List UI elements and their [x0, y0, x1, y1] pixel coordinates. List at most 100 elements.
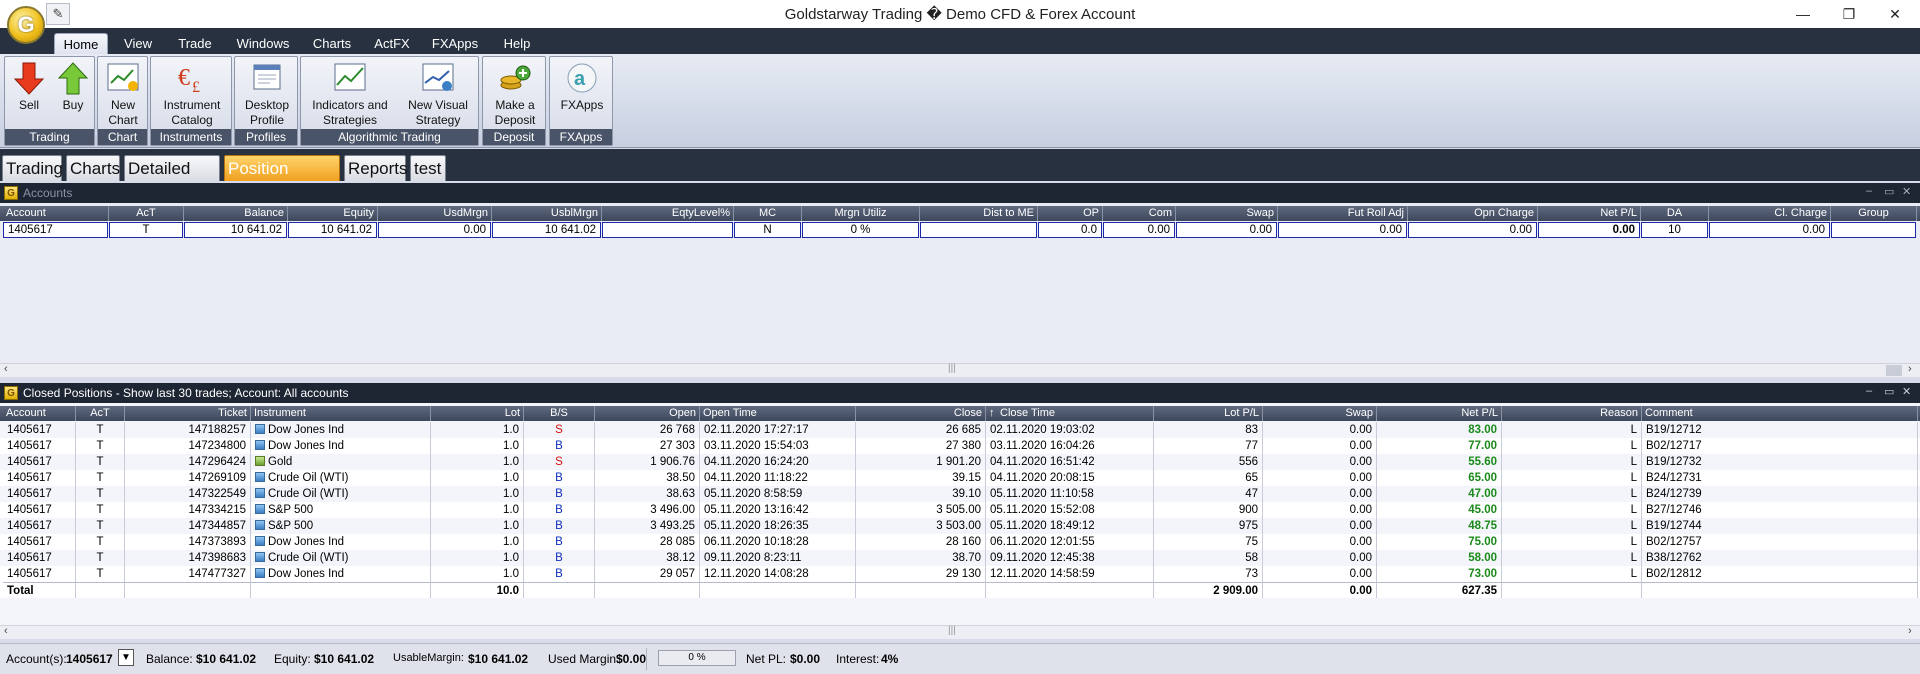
column-header-usbl-mrgn[interactable]: UsblMrgn [492, 206, 602, 221]
closed-position-row[interactable]: 1405617 T 147296424 Gold 1.0 S 1 906.76 04.11.2… [0, 454, 1920, 470]
account-dropdown-icon[interactable]: ▼ [118, 649, 134, 666]
account-cell-opn-charge: 0.00 [1408, 222, 1537, 238]
account-cell-equity: 10 641.02 [288, 222, 377, 238]
cell-ticket: 147344857 [125, 518, 251, 534]
closed-position-row[interactable]: 1405617 T 147234800 Dow Jones Ind 1.0 B 27 303… [0, 438, 1920, 454]
panel-close-icon[interactable]: ✕ [1902, 385, 1911, 398]
column-header-usd-mrgn[interactable]: UsdMrgn [378, 206, 492, 221]
tab-test[interactable]: test [410, 155, 446, 181]
menu-charts[interactable]: Charts [310, 33, 354, 54]
menu-home[interactable]: Home [54, 33, 108, 54]
accounts-hscroll[interactable]: ‹ ||| › [0, 363, 1920, 377]
column-header-open-time[interactable]: Open Time [700, 406, 856, 421]
column-header-fut-roll-adj[interactable]: Fut Roll Adj [1278, 206, 1408, 221]
panel-minimize-icon[interactable]: – [1866, 185, 1872, 197]
tab-detailed-info[interactable]: Detailed Info [124, 155, 220, 203]
tab-position-history[interactable]: Position History [224, 155, 340, 203]
tab-charts[interactable]: Charts [66, 155, 120, 181]
closed-position-row[interactable]: 1405617 T 147188257 Dow Jones Ind 1.0 S 26 768… [0, 422, 1920, 438]
column-header-op[interactable]: OP [1038, 206, 1103, 221]
tab-reports[interactable]: Reports [344, 155, 408, 181]
column-header-lot[interactable]: Lot [431, 406, 524, 421]
column-header-group[interactable]: Group [1831, 206, 1917, 221]
column-header-instrument[interactable]: Instrument [251, 406, 431, 421]
closed-position-row[interactable]: 1405617 T 147398683 Crude Oil (WTI) 1.0 B 38.1… [0, 550, 1920, 566]
app-logo[interactable]: G [7, 6, 45, 44]
menu-fxapps[interactable]: FXApps [430, 33, 480, 54]
column-header-ticket[interactable]: Ticket [125, 406, 251, 421]
closed-position-row[interactable]: 1405617 T 147344857 S&P 500 1.0 B 3 493.25 05.1… [0, 518, 1920, 534]
scroll-left-icon[interactable]: ‹ [4, 363, 8, 375]
cell-instrument: Dow Jones Ind [251, 422, 431, 438]
instrument-catalog-button[interactable]: € £ Instrument Catalog [155, 61, 229, 128]
minimize-icon[interactable]: — [1780, 0, 1826, 28]
column-header-mc[interactable]: MC [734, 206, 802, 221]
panel-maximize-icon[interactable]: ▭ [1884, 385, 1894, 398]
column-header-mrgn-utiliz[interactable]: Mrgn Utiliz [802, 206, 920, 221]
account-cell-cl-charge: 0.00 [1709, 222, 1830, 238]
column-header-reason[interactable]: Reason [1502, 406, 1642, 421]
column-header-account[interactable]: Account [3, 206, 109, 221]
total-cell-lot: 10.0 [431, 582, 524, 598]
indicators-strategies-button[interactable]: Indicators and Strategies [305, 61, 395, 128]
panel-close-icon[interactable]: ✕ [1902, 185, 1911, 198]
scroll-right-icon[interactable]: › [1908, 363, 1912, 375]
new-chart-button[interactable]: New Chart [100, 61, 146, 128]
buy-button[interactable]: Buy [53, 61, 93, 113]
desktop-profile-button[interactable]: Desktop Profile [237, 61, 297, 128]
scroll-left-icon[interactable]: ‹ [4, 625, 8, 637]
panel-maximize-icon[interactable]: ▭ [1884, 185, 1894, 198]
cell-net-pl: 45.00 [1377, 502, 1502, 518]
tab-trading[interactable]: Trading [2, 155, 63, 181]
column-header-dist-to-me[interactable]: Dist to ME [920, 206, 1038, 221]
fxapps-icon: a [567, 63, 597, 93]
menu-trade[interactable]: Trade [174, 33, 216, 54]
closed-position-row[interactable]: 1405617 T 147334215 S&P 500 1.0 B 3 496.00 05.1… [0, 502, 1920, 518]
column-header-balance[interactable]: Balance [184, 206, 288, 221]
column-header-da[interactable]: DA [1641, 206, 1709, 221]
column-header-lot-pl[interactable]: Lot P/L [1154, 406, 1263, 421]
cell-open: 38.63 [595, 486, 700, 502]
column-header-eqty-level[interactable]: EqtyLevel% [602, 206, 734, 221]
column-header-close[interactable]: Close [856, 406, 986, 421]
column-header-close-time[interactable]: Close Time ↑ [986, 406, 1154, 421]
cell-bs: B [524, 534, 595, 550]
column-header-account[interactable]: Account [3, 406, 76, 421]
fxapps-button[interactable]: a FXApps [554, 61, 610, 113]
make-deposit-button[interactable]: Make a Deposit [487, 61, 543, 128]
new-visual-strategy-button[interactable]: New Visual Strategy [399, 61, 477, 128]
menu-help[interactable]: Help [498, 33, 536, 54]
menu-windows[interactable]: Windows [234, 33, 292, 54]
cell-close: 38.70 [856, 550, 986, 566]
close-icon[interactable]: ✕ [1872, 0, 1918, 28]
column-header-com[interactable]: Com [1103, 206, 1176, 221]
account-cell-swap: 0.00 [1176, 222, 1277, 238]
column-header-swap[interactable]: Swap [1176, 206, 1278, 221]
closed-position-row[interactable]: 1405617 T 147477327 Dow Jones Ind 1.0 B 29 057… [0, 566, 1920, 582]
column-header-cl-charge[interactable]: Cl. Charge [1709, 206, 1831, 221]
column-header-equity[interactable]: Equity [288, 206, 378, 221]
column-header-opn-charge[interactable]: Opn Charge [1408, 206, 1538, 221]
accounts-row[interactable]: 1405617 T 10 641.02 10 641.02 0.00 10 641.02 N… [0, 222, 1920, 238]
column-header-act[interactable]: AcT [76, 406, 125, 421]
menu-actfx[interactable]: ActFX [372, 33, 412, 54]
restore-icon[interactable]: ❐ [1826, 0, 1872, 28]
column-header-net-pl[interactable]: Net P/L [1377, 406, 1502, 421]
closed-position-row[interactable]: 1405617 T 147322549 Crude Oil (WTI) 1.0 B 38.6… [0, 486, 1920, 502]
column-header-swap[interactable]: Swap [1263, 406, 1377, 421]
closed-position-row[interactable]: 1405617 T 147269109 Crude Oil (WTI) 1.0 B 38.5… [0, 470, 1920, 486]
menu-view[interactable]: View [118, 33, 158, 54]
column-header-open[interactable]: Open [595, 406, 700, 421]
closed-hscroll[interactable]: ‹ ||| › [0, 625, 1920, 639]
column-header-bs[interactable]: B/S [524, 406, 595, 421]
cell-lot-pl: 77 [1154, 438, 1263, 454]
column-header-comment[interactable]: Comment [1642, 406, 1918, 421]
panel-minimize-icon[interactable]: – [1866, 385, 1872, 397]
sell-button[interactable]: Sell [9, 61, 49, 113]
column-header-act[interactable]: AcT [109, 206, 184, 221]
closed-position-row[interactable]: 1405617 T 147373893 Dow Jones Ind 1.0 B 28 085… [0, 534, 1920, 550]
scroll-right-icon[interactable]: › [1908, 625, 1912, 637]
column-header-net-pl[interactable]: Net P/L [1538, 206, 1641, 221]
cell-open-time: 09.11.2020 8:23:11 [700, 550, 856, 566]
scroll-thumb[interactable] [1886, 365, 1902, 376]
